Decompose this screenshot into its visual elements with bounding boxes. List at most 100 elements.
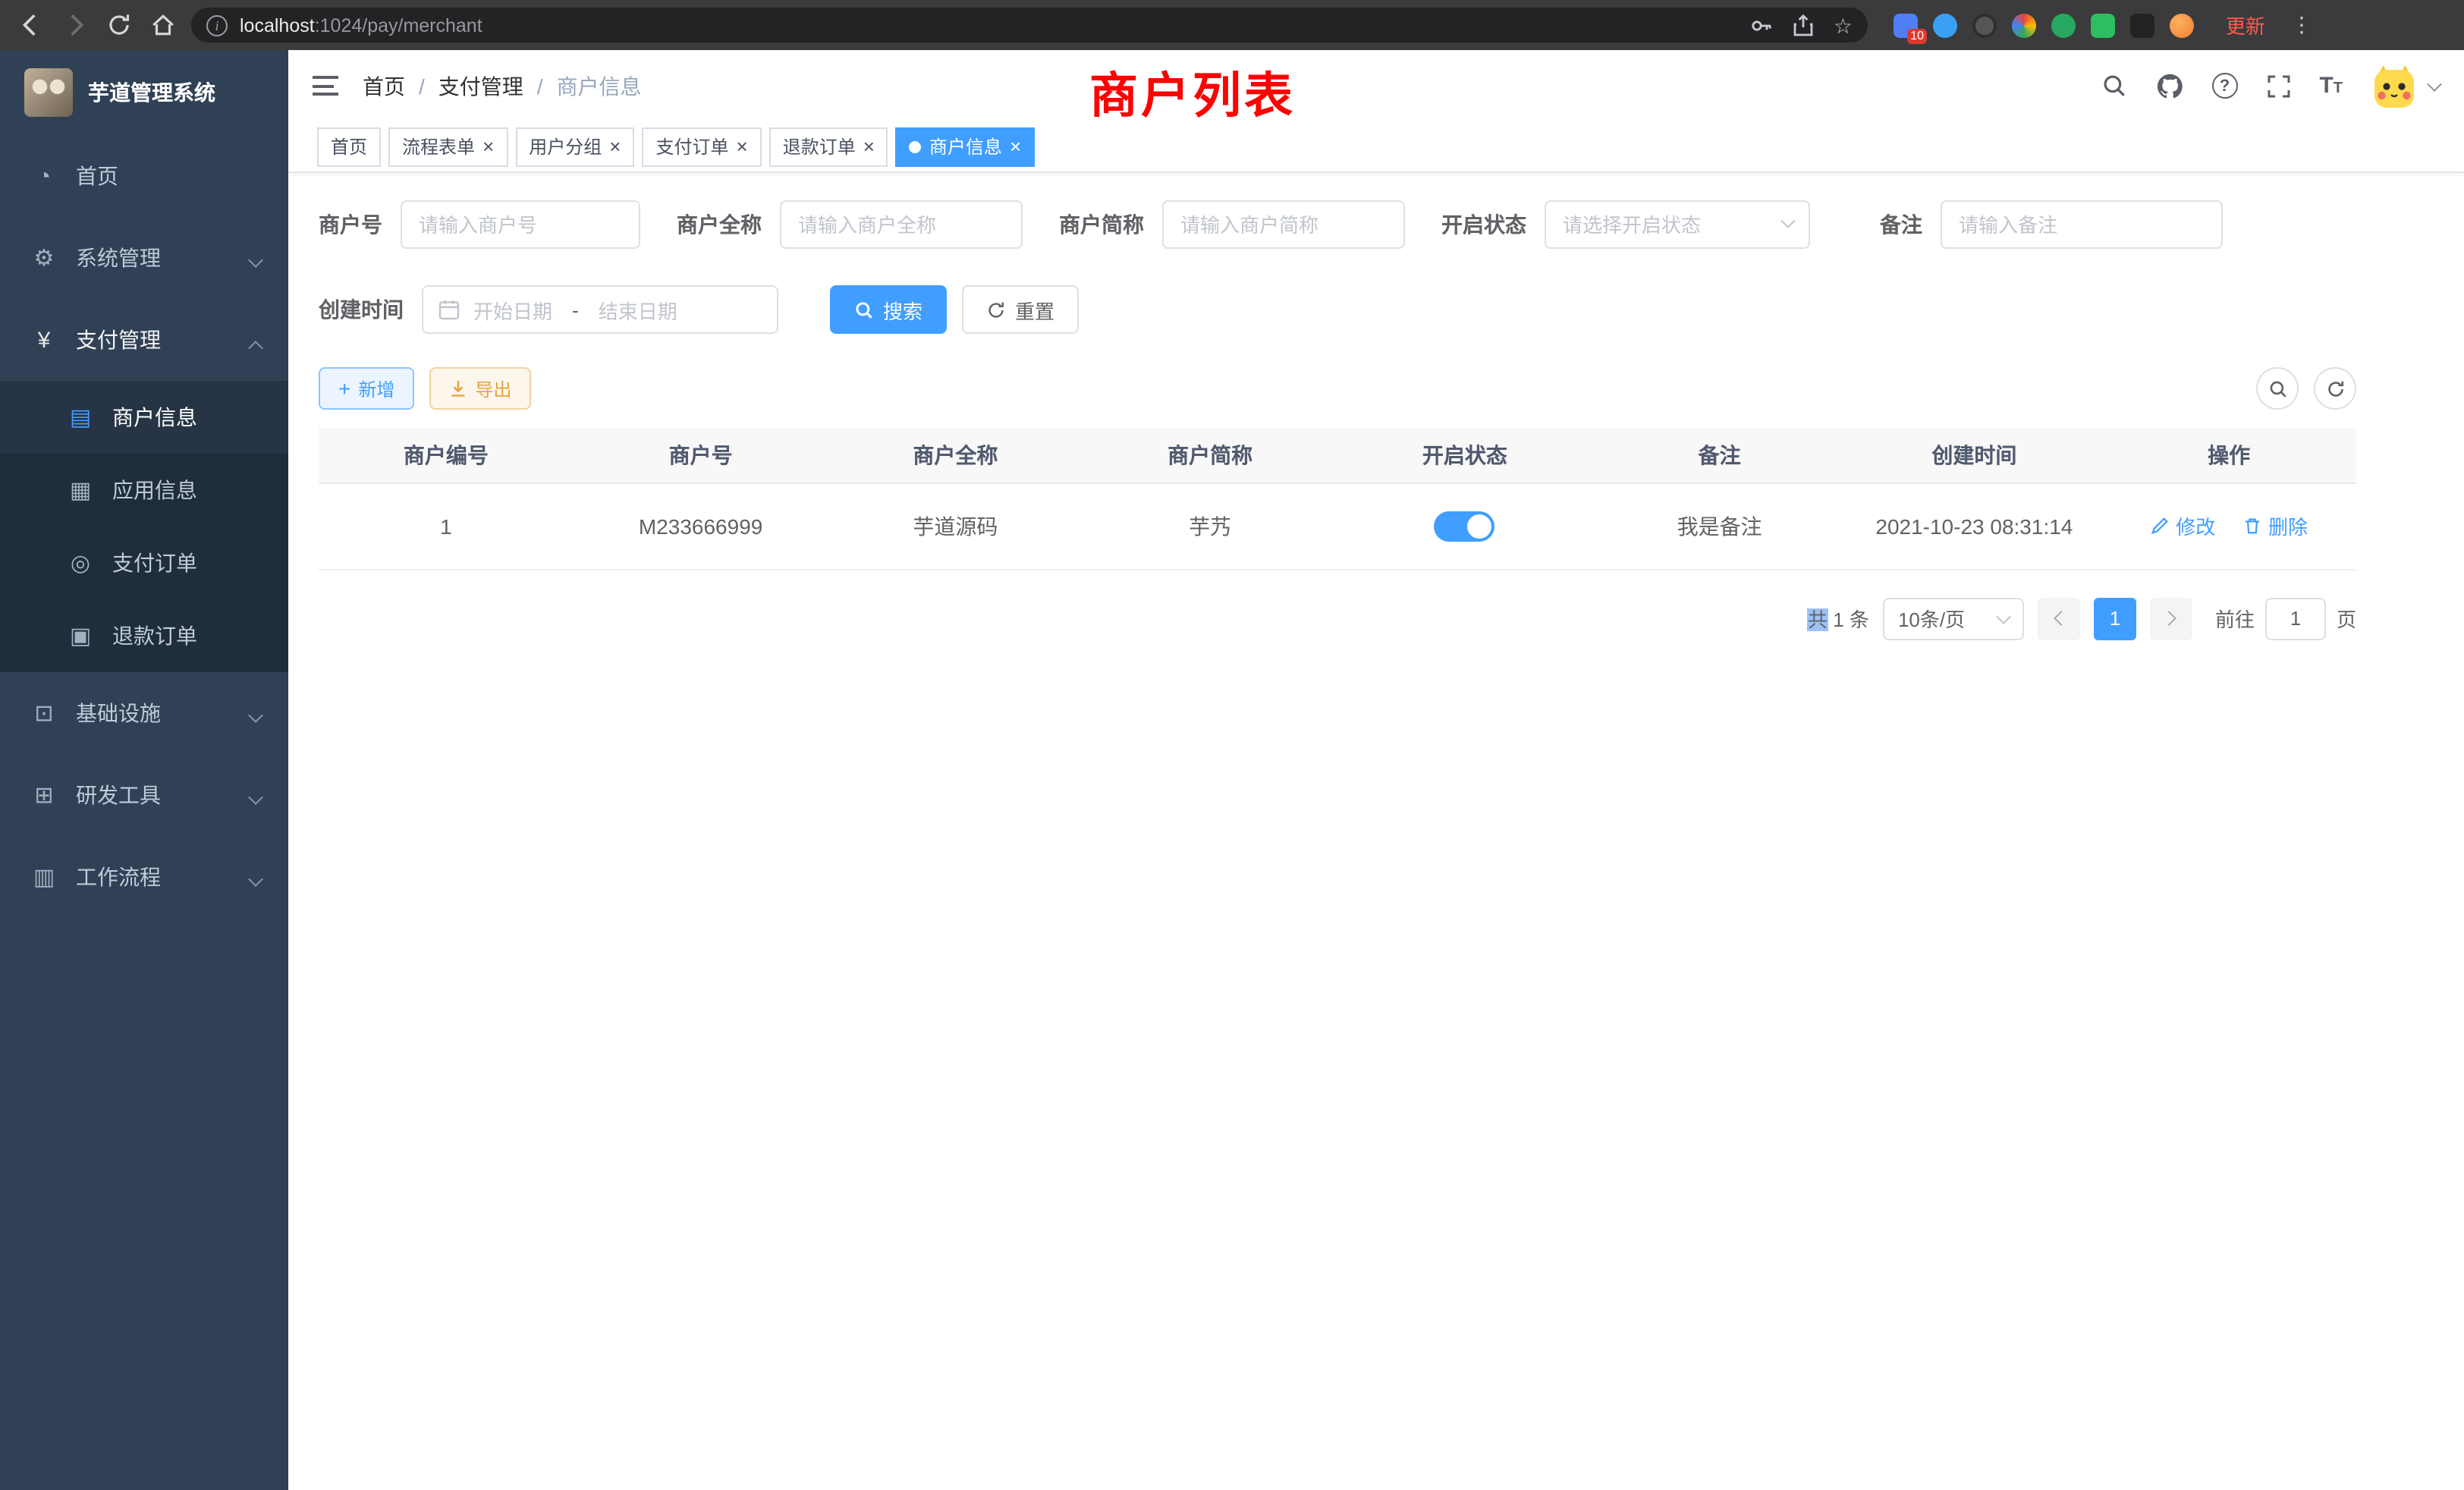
sidebar-logo[interactable]: 芋道管理系统 bbox=[0, 50, 288, 135]
calendar-icon bbox=[438, 299, 460, 320]
date-range-picker[interactable]: 开始日期 - 结束日期 bbox=[422, 285, 778, 334]
close-icon[interactable] bbox=[737, 136, 748, 157]
add-button[interactable]: 新增 bbox=[319, 367, 414, 410]
home-icon[interactable] bbox=[147, 10, 178, 40]
breadcrumb-payment[interactable]: 支付管理 bbox=[438, 71, 523, 101]
bookmark-star-icon[interactable]: ☆ bbox=[1834, 14, 1853, 36]
share-icon[interactable] bbox=[1793, 13, 1815, 37]
extension-icon-4[interactable] bbox=[2012, 13, 2036, 37]
avatar[interactable] bbox=[2371, 63, 2417, 108]
sidebar: 芋道管理系统 ◔ 首页 ⚙ 系统管理 ¥ 支付管理 ▤ 商户信息 bbox=[0, 50, 288, 1490]
export-button[interactable]: 导出 bbox=[429, 367, 531, 410]
goto-page-input[interactable] bbox=[2265, 597, 2326, 640]
cell-create-time: 2021-10-23 08:31:14 bbox=[1847, 483, 2102, 569]
next-page-button[interactable] bbox=[2150, 597, 2192, 640]
address-bar[interactable]: i localhost:1024/pay/merchant ☆ bbox=[191, 8, 1868, 42]
sidebar-item-label: 应用信息 bbox=[112, 475, 197, 505]
browser-menu-icon[interactable]: ⋮ bbox=[2291, 12, 2312, 38]
sidebar-item-home[interactable]: ◔ 首页 bbox=[0, 135, 288, 217]
extension-icon-8[interactable] bbox=[2170, 13, 2194, 37]
status-select[interactable] bbox=[1545, 200, 1810, 249]
chevron-down-icon bbox=[250, 865, 261, 889]
sidebar-item-payment[interactable]: ¥ 支付管理 bbox=[0, 299, 288, 381]
tab-home[interactable]: 首页 bbox=[317, 127, 381, 166]
sidebar-item-devtools[interactable]: ⊞ 研发工具 bbox=[0, 754, 288, 836]
goto-suffix: 页 bbox=[2337, 604, 2356, 633]
short-name-input[interactable] bbox=[1162, 200, 1405, 249]
prev-page-button[interactable] bbox=[2038, 597, 2080, 640]
tab-merchant-info[interactable]: 商户信息 bbox=[896, 127, 1035, 166]
extension-icon-7[interactable] bbox=[2130, 13, 2154, 37]
tab-user-group[interactable]: 用户分组 bbox=[515, 127, 634, 166]
date-start-placeholder: 开始日期 bbox=[473, 295, 552, 324]
status-toggle[interactable] bbox=[1435, 511, 1495, 541]
refresh-icon bbox=[986, 300, 1006, 319]
pagination: 共 1 条 10条/页 1 前往 页 bbox=[319, 597, 2356, 640]
sidebar-item-workflow[interactable]: ▥ 工作流程 bbox=[0, 836, 288, 918]
bank-card-icon: ▤ bbox=[67, 404, 94, 431]
page-size-select[interactable]: 10条/页 bbox=[1883, 597, 2024, 640]
edit-button[interactable]: 修改 bbox=[2150, 511, 2215, 540]
sidebar-item-pay-order[interactable]: ◎ 支付订单 bbox=[0, 527, 288, 599]
back-icon[interactable] bbox=[15, 10, 46, 40]
remark-input[interactable] bbox=[1941, 200, 2223, 249]
github-icon[interactable] bbox=[2155, 72, 2183, 99]
delete-button[interactable]: 删除 bbox=[2242, 511, 2308, 540]
pagination-total: 共 1 条 bbox=[1808, 604, 1869, 633]
toggle-search-button[interactable] bbox=[2256, 367, 2299, 410]
table-header-row: 商户编号 商户号 商户全称 商户简称 开启状态 备注 创建时间 操作 bbox=[319, 428, 2356, 483]
hamburger-icon[interactable] bbox=[313, 76, 338, 96]
full-name-input[interactable] bbox=[780, 200, 1023, 249]
password-key-icon[interactable] bbox=[1750, 13, 1774, 37]
tab-refund-order[interactable]: 退款订单 bbox=[769, 127, 888, 166]
browser-update-button[interactable]: 更新 bbox=[2226, 11, 2265, 39]
sidebar-item-app-info[interactable]: ▦ 应用信息 bbox=[0, 454, 288, 527]
extension-icon-1[interactable]: 10 bbox=[1894, 13, 1918, 37]
chevron-down-icon bbox=[1996, 609, 2011, 624]
chevron-down-icon bbox=[2427, 77, 2442, 92]
help-icon[interactable]: ? bbox=[2211, 73, 2237, 99]
trash-icon bbox=[2242, 516, 2262, 536]
sidebar-item-merchant-info[interactable]: ▤ 商户信息 bbox=[0, 381, 288, 454]
sidebar-item-label: 工作流程 bbox=[76, 862, 161, 892]
user-menu[interactable] bbox=[2371, 63, 2440, 108]
logo-image bbox=[24, 68, 73, 117]
navbar: 首页 支付管理 商户信息 商户列表 ? bbox=[288, 50, 2464, 121]
search-button[interactable]: 搜索 bbox=[830, 285, 947, 334]
reload-icon[interactable] bbox=[103, 10, 134, 40]
order-icon: ◎ bbox=[67, 549, 94, 577]
search-icon bbox=[854, 300, 874, 319]
site-info-icon[interactable]: i bbox=[206, 14, 228, 36]
font-size-icon[interactable]: TT bbox=[2319, 73, 2343, 99]
breadcrumb-separator bbox=[419, 74, 425, 98]
close-icon[interactable] bbox=[609, 136, 621, 157]
sidebar-item-infra[interactable]: ⊡ 基础设施 bbox=[0, 672, 288, 754]
chevron-left-icon bbox=[2054, 611, 2069, 626]
extension-icon-6[interactable] bbox=[2091, 13, 2115, 37]
search-icon[interactable] bbox=[2101, 73, 2126, 99]
close-icon[interactable] bbox=[482, 136, 494, 157]
extension-badge: 10 bbox=[1907, 28, 1927, 43]
close-icon[interactable] bbox=[863, 136, 875, 157]
sidebar-item-label: 研发工具 bbox=[76, 780, 161, 810]
merchant-no-input[interactable] bbox=[401, 200, 640, 249]
tab-process-form[interactable]: 流程表单 bbox=[388, 127, 508, 166]
sidebar-item-refund-order[interactable]: ▣ 退款订单 bbox=[0, 599, 288, 672]
extension-icon-2[interactable] bbox=[1933, 13, 1957, 37]
search-icon bbox=[2268, 379, 2287, 398]
forward-icon[interactable] bbox=[59, 10, 90, 40]
main-area: 首页 支付管理 商户信息 商户列表 ? bbox=[288, 50, 2464, 1490]
url-host: localhost bbox=[240, 14, 315, 36]
page-number-button[interactable]: 1 bbox=[2094, 597, 2136, 640]
extension-icon-5[interactable] bbox=[2051, 13, 2076, 37]
tab-pay-order[interactable]: 支付订单 bbox=[642, 127, 761, 166]
breadcrumb-current: 商户信息 bbox=[557, 71, 642, 101]
refresh-table-button[interactable] bbox=[2314, 367, 2356, 410]
sidebar-item-system[interactable]: ⚙ 系统管理 bbox=[0, 217, 288, 299]
fullscreen-icon[interactable] bbox=[2266, 74, 2290, 98]
reset-button[interactable]: 重置 bbox=[962, 285, 1079, 334]
breadcrumb-home[interactable]: 首页 bbox=[363, 71, 405, 101]
extension-icon-3[interactable] bbox=[1972, 13, 1997, 37]
close-icon[interactable] bbox=[1010, 136, 1021, 157]
cell-merchant-index: 1 bbox=[319, 483, 574, 569]
